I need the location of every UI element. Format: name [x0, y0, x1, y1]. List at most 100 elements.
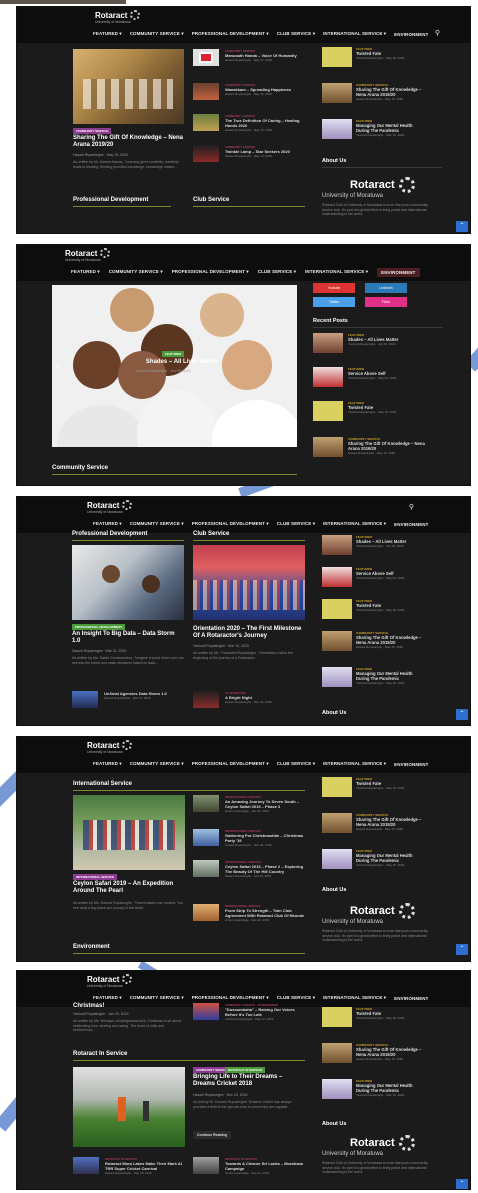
post-title[interactable]: Christmas!	[73, 1003, 185, 1010]
sidebar-post[interactable]: FEATURED Managing Our Mental Health Durin…	[356, 849, 426, 867]
nav-environment[interactable]: ENVIRONMENT	[394, 996, 428, 1001]
nav-community-service[interactable]: COMMUNITY SERVICE ▾	[130, 995, 184, 1001]
sidebar-post[interactable]: FEATURED Managing Our Mental Health Durin…	[356, 1079, 426, 1097]
category-badge[interactable]: INTERNATIONAL SERVICE	[73, 874, 118, 880]
share-twitter-button[interactable]: Twitter	[313, 297, 355, 307]
post-title[interactable]: An Insight To Big Data – Data Storm 1.0	[72, 631, 184, 645]
sidebar-thumbnail[interactable]	[322, 119, 352, 139]
nav-environment[interactable]: ENVIRONMENT	[394, 32, 428, 37]
small-post[interactable]: CLUB SERVICE A Bright Night Hasani Rupasin…	[225, 691, 305, 704]
share-flickr-button[interactable]: Flickr	[365, 297, 407, 307]
small-post[interactable]: ROTARACT IN SERVICE Rotaract Mora Lakes M…	[105, 1157, 185, 1175]
nav-community-service[interactable]: COMMUNITY SERVICE ▾	[130, 521, 184, 527]
small-post[interactable]: INTERNATIONAL SERVICE Gathering For Chris…	[225, 829, 307, 847]
nav-community-service[interactable]: COMMUNITY SERVICE ▾	[130, 761, 184, 767]
post-thumbnail[interactable]	[193, 1003, 219, 1020]
nav-environment[interactable]: ENVIRONMENT	[377, 267, 420, 277]
small-post[interactable]: ROTARACT IN SERVICE Towards A Cleaner Sri…	[225, 1157, 307, 1175]
category-badge[interactable]: PROFESSIONAL DEVELOPMENT	[72, 624, 126, 630]
featured-slider-image[interactable]: ‹	[52, 285, 297, 447]
small-post[interactable]: COMMUNITY SERVICE Manusath Handa – Voice …	[225, 49, 305, 62]
post-thumbnail[interactable]	[193, 114, 219, 131]
slider-badge[interactable]: FEATURED	[162, 351, 185, 357]
post-thumbnail[interactable]	[193, 691, 219, 708]
sidebar-thumbnail[interactable]	[322, 1043, 352, 1063]
sidebar-thumbnail[interactable]	[313, 367, 343, 387]
sidebar-post[interactable]: COMMUNITY SERVICE Sharing The Gift Of Kno…	[356, 631, 426, 649]
nav-club-service[interactable]: CLUB SERVICE ▾	[277, 995, 315, 1001]
sidebar-thumbnail[interactable]	[322, 1079, 352, 1099]
sidebar-post[interactable]: COMMUNITY SERVICE Sharing The Gift Of Kno…	[348, 437, 428, 455]
sidebar-post[interactable]: FEATURED Managing Our Mental Health Durin…	[356, 667, 426, 685]
section-title-professional-development[interactable]: Professional Development	[73, 197, 148, 203]
sidebar-thumbnail[interactable]	[313, 333, 343, 353]
small-post[interactable]: COMMUNITY SERVICE The True Definition Of …	[225, 114, 305, 132]
small-post[interactable]: COMMUNITY SERVICE · ENVIRONMENT "Dussumba…	[225, 1003, 307, 1021]
sidebar-post[interactable]: COMMUNITY SERVICE Sharing The Gift Of Kno…	[356, 1043, 426, 1061]
nav-professional-development[interactable]: PROFESSIONAL DEVELOPMENT ▾	[192, 761, 269, 767]
post-thumbnail[interactable]	[73, 1157, 99, 1174]
sidebar-thumbnail[interactable]	[322, 1007, 352, 1027]
post-title[interactable]: Ceylon Safari 2019 – An Expedition Aroun…	[73, 881, 185, 895]
site-logo[interactable]: Rotaract University of Moratuwa	[87, 974, 133, 988]
sidebar-thumbnail[interactable]	[322, 535, 352, 555]
sidebar-thumbnail[interactable]	[322, 667, 352, 687]
nav-community-service[interactable]: COMMUNITY SERVICE ▾	[130, 31, 184, 37]
sidebar-thumbnail[interactable]	[322, 813, 352, 833]
nav-international-service[interactable]: INTERNATIONAL SERVICE ▾	[323, 31, 386, 37]
sidebar-post[interactable]: FEATURED Shades – All Lives Matter Yashodi…	[356, 535, 426, 548]
post-image-orientation[interactable]	[193, 545, 305, 620]
nav-international-service[interactable]: INTERNATIONAL SERVICE ▾	[323, 995, 386, 1001]
site-logo[interactable]: Rotaract University of Moratuwa	[87, 500, 133, 514]
small-post[interactable]: INTERNATIONAL SERVICE From Strip To Stren…	[225, 904, 307, 922]
post-thumbnail[interactable]	[193, 83, 219, 100]
post-thumbnail[interactable]	[72, 691, 98, 708]
section-title-rotaract-in-service[interactable]: Rotaract In Service	[73, 1051, 127, 1057]
search-icon[interactable]: ⚲	[409, 503, 414, 511]
section-title-environment[interactable]: Environment	[73, 944, 110, 950]
post-thumbnail[interactable]	[193, 829, 219, 846]
post-image-dreams-cricket[interactable]	[73, 1067, 185, 1147]
sidebar-thumbnail[interactable]	[322, 631, 352, 651]
small-post[interactable]: INTERNATIONAL SERVICE An Amazing Journey …	[225, 795, 307, 813]
sidebar-post[interactable]: FEATURED Service Above Self Yashodi Rupasi…	[356, 567, 426, 580]
site-logo[interactable]: Rotaract University of Moratuwa	[65, 248, 111, 262]
nav-featured[interactable]: FEATURED ▾	[93, 761, 122, 767]
post-thumbnail[interactable]	[193, 795, 219, 812]
back-to-top-button[interactable]: ⌃	[456, 1179, 468, 1189]
sidebar-post[interactable]: FEATURED Twisted Fate Yashodi Rupasinghe ·…	[356, 47, 426, 60]
nav-environment[interactable]: ENVIRONMENT	[394, 522, 428, 527]
sidebar-thumbnail[interactable]	[322, 47, 352, 67]
nav-featured[interactable]: FEATURED ▾	[93, 521, 122, 527]
nav-club-service[interactable]: CLUB SERVICE ▾	[277, 521, 315, 527]
sidebar-thumbnail[interactable]	[322, 567, 352, 587]
post-image-classroom[interactable]	[73, 49, 184, 124]
sidebar-post[interactable]: FEATURED Twisted Fate Yashodi Rupasinghe ·…	[356, 777, 426, 790]
sidebar-thumbnail[interactable]	[322, 599, 352, 619]
nav-professional-development[interactable]: PROFESSIONAL DEVELOPMENT ▾	[192, 521, 269, 527]
sidebar-thumbnail[interactable]	[322, 777, 352, 797]
post-thumbnail[interactable]	[193, 1157, 219, 1174]
post-thumbnail[interactable]	[193, 860, 219, 877]
sidebar-post[interactable]: COMMUNITY SERVICE Sharing The Gift Of Kno…	[356, 813, 426, 831]
post-thumbnail[interactable]	[193, 145, 219, 162]
sidebar-post[interactable]: FEATURED Twisted Fate Yashodi Rupasinghe ·…	[348, 401, 428, 414]
nav-community-service[interactable]: COMMUNITY SERVICE ▾	[109, 269, 163, 275]
section-title-club-service[interactable]: Club Service	[193, 197, 229, 203]
nav-professional-development[interactable]: PROFESSIONAL DEVELOPMENT ▾	[172, 269, 249, 275]
nav-featured[interactable]: FEATURED ▾	[71, 269, 100, 275]
nav-professional-development[interactable]: PROFESSIONAL DEVELOPMENT ▾	[192, 31, 269, 37]
post-title[interactable]: Bringing Life to Their Dreams – Dreams C…	[193, 1074, 305, 1088]
section-title-international-service[interactable]: International Service	[73, 781, 132, 787]
post-title[interactable]: Sharing The Gift Of Knowledge – Nena Ara…	[73, 135, 185, 149]
nav-international-service[interactable]: INTERNATIONAL SERVICE ▾	[305, 269, 368, 275]
back-to-top-button[interactable]: ⌃	[456, 709, 468, 720]
sidebar-thumbnail[interactable]	[322, 83, 352, 103]
nav-professional-development[interactable]: PROFESSIONAL DEVELOPMENT ▾	[192, 995, 269, 1001]
nav-featured[interactable]: FEATURED ▾	[93, 995, 122, 1001]
section-title-professional-development[interactable]: Professional Development	[72, 531, 147, 537]
site-logo[interactable]: Rotaract University of Moratuwa	[87, 740, 133, 754]
sidebar-thumbnail[interactable]	[322, 849, 352, 869]
small-post[interactable]: UnXmal Agencies Data Storm 1.0 Dasuni Rup…	[104, 691, 184, 700]
post-image-data-storm[interactable]	[72, 545, 184, 620]
